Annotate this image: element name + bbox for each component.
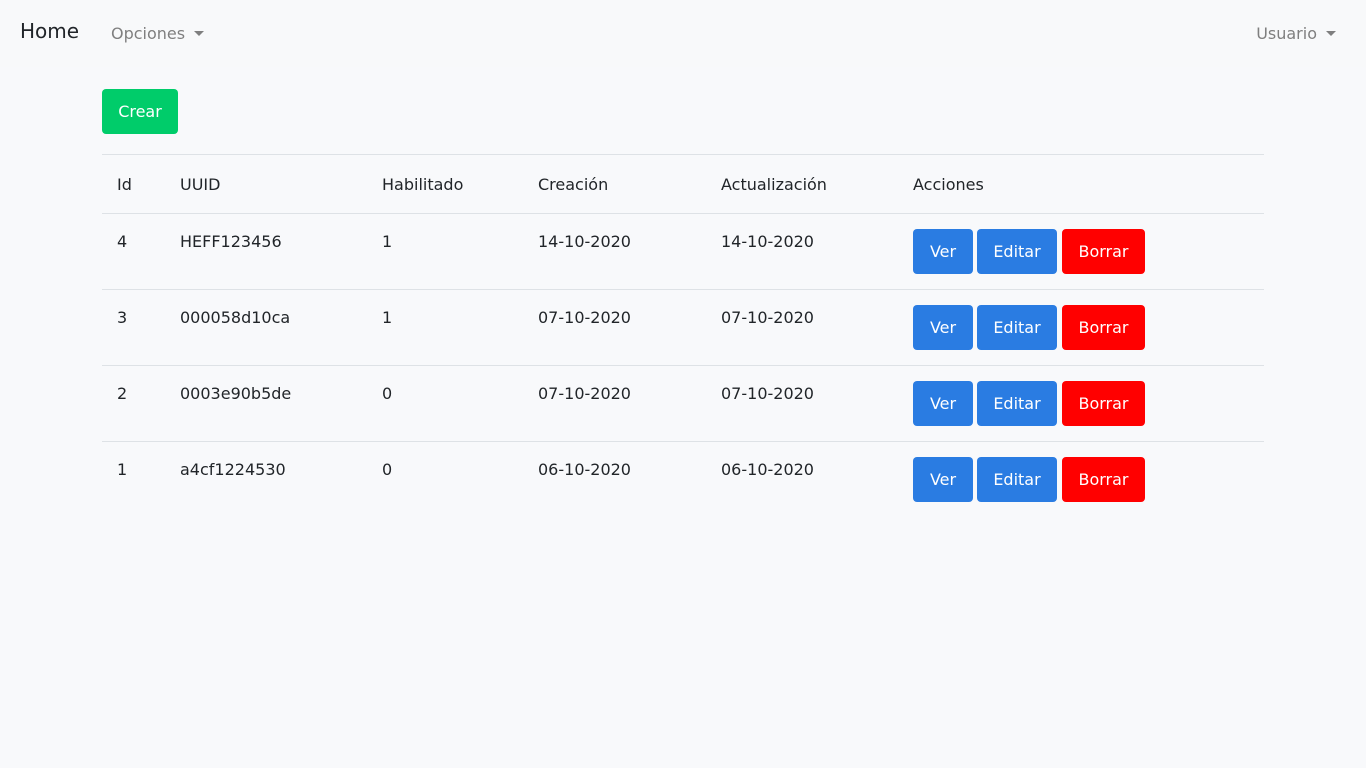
cell-created: 14-10-2020 [523, 213, 706, 290]
cell-actions: Ver Editar Borrar [898, 289, 1264, 366]
cell-actions: Ver Editar Borrar [898, 365, 1264, 442]
cell-enabled: 0 [382, 460, 393, 479]
table-row: 2 0003e90b5de 0 07-10-2020 07-10-2020 Ve… [102, 365, 1264, 442]
header-updated: Actualización [706, 154, 898, 214]
header-created: Creación [523, 154, 706, 214]
cell-enabled: 0 [367, 365, 523, 442]
caret-down-icon [1326, 31, 1336, 36]
user-dropdown-label: Usuario [1256, 24, 1317, 43]
cell-uuid: 0003e90b5de [165, 365, 367, 442]
cell-id: 3 [102, 289, 165, 366]
cell-uuid: HEFF123456 [165, 213, 367, 290]
main-content: Crear Id UUID Habilitado Creación Actual… [102, 89, 1264, 518]
delete-button[interactable]: Borrar [1062, 457, 1145, 502]
header-id: Id [102, 154, 165, 214]
cell-id: 1 [117, 460, 128, 479]
table-row: 4 HEFF123456 1 14-10-2020 14-10-2020 Ver… [102, 213, 1264, 290]
table-header-row: Id UUID Habilitado Creación Actualizació… [102, 154, 1264, 214]
cell-updated: 07-10-2020 [706, 365, 898, 442]
cell-id: 4 [102, 213, 165, 290]
edit-button[interactable]: Editar [977, 305, 1057, 350]
cell-created: 06-10-2020 [538, 460, 631, 479]
view-button[interactable]: Ver [913, 229, 973, 274]
view-button[interactable]: Ver [913, 305, 973, 350]
cell-uuid: 000058d10ca [165, 289, 367, 366]
table-row: 1 a4cf1224530 0 06-10-2020 06-10-2020 Ve… [102, 442, 1264, 518]
delete-button[interactable]: Borrar [1062, 229, 1145, 274]
view-button[interactable]: Ver [913, 457, 973, 502]
edit-button[interactable]: Editar [977, 457, 1057, 502]
caret-down-icon [194, 31, 205, 36]
cell-updated: 14-10-2020 [706, 213, 898, 290]
records-table: Id UUID Habilitado Creación Actualizació… [102, 154, 1264, 518]
cell-actions: Ver Editar Borrar [898, 442, 1264, 518]
view-button[interactable]: Ver [913, 381, 973, 426]
edit-button[interactable]: Editar [977, 381, 1057, 426]
user-dropdown[interactable]: Usuario [1256, 24, 1336, 43]
delete-button[interactable]: Borrar [1062, 305, 1145, 350]
brand-home-link[interactable]: Home [20, 19, 79, 43]
cell-enabled: 1 [367, 213, 523, 290]
cell-uuid: a4cf1224530 [180, 460, 286, 479]
delete-button[interactable]: Borrar [1062, 381, 1145, 426]
header-enabled: Habilitado [367, 154, 523, 214]
edit-button[interactable]: Editar [977, 229, 1057, 274]
cell-updated: 06-10-2020 [721, 460, 814, 479]
options-dropdown-label: Opciones [111, 24, 186, 43]
cell-enabled: 1 [367, 289, 523, 366]
navbar: Home Opciones Usuario [0, 0, 1366, 67]
cell-created: 07-10-2020 [523, 289, 706, 366]
options-dropdown[interactable]: Opciones [111, 24, 205, 43]
table-row: 3 000058d10ca 1 07-10-2020 07-10-2020 Ve… [102, 289, 1264, 366]
header-uuid: UUID [165, 154, 367, 214]
cell-id: 2 [102, 365, 165, 442]
cell-created: 07-10-2020 [523, 365, 706, 442]
cell-updated: 07-10-2020 [706, 289, 898, 366]
cell-actions: Ver Editar Borrar [898, 213, 1264, 290]
create-button[interactable]: Crear [102, 89, 178, 134]
header-actions: Acciones [898, 154, 1264, 214]
